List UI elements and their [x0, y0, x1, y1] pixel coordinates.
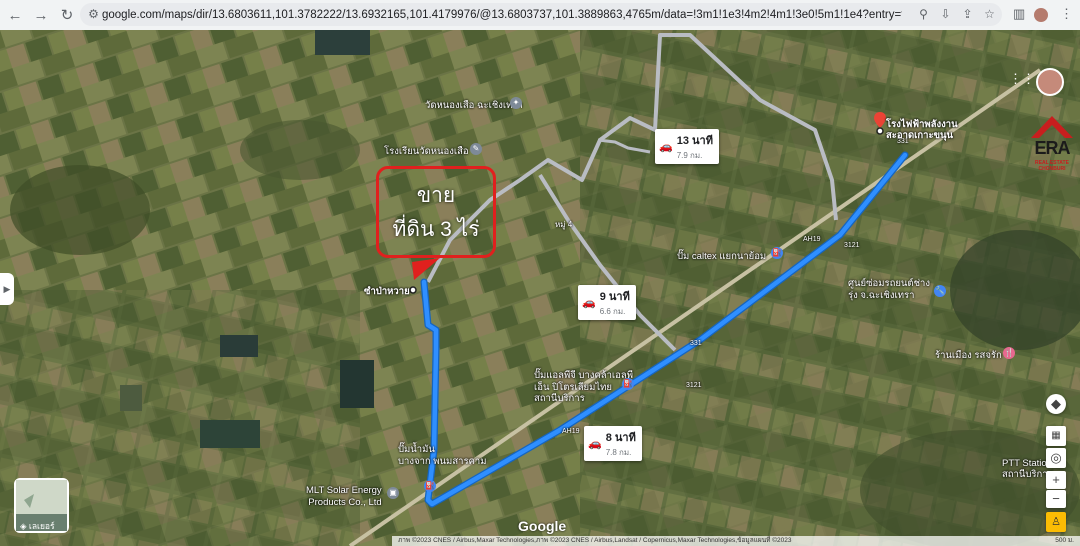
expand-side-panel-button[interactable]: ▶	[0, 273, 14, 305]
origin-label[interactable]: ซำป่าหวาย	[364, 284, 410, 299]
place-label-line: MLT Solar Energy	[306, 485, 382, 496]
destination-label-line: โรงไฟฟ้าพลังงาน	[886, 119, 958, 130]
place-label[interactable]: ร้านเมือง รสจรัก	[935, 348, 1002, 363]
location-icon[interactable]: ⚲	[916, 7, 931, 22]
place-label[interactable]: MLT Solar Energy Products Co., Ltd	[306, 485, 382, 509]
place-label[interactable]: ปั๊ม caltex แยกนาย้อม	[677, 249, 766, 264]
route-option-alt1[interactable]: 🚗 13 นาที 7.9 กม.	[655, 129, 719, 164]
gas-station-icon[interactable]: ⛽	[771, 247, 783, 259]
destination-label-line: สะอาดเกาะขนุน	[886, 130, 954, 141]
attribution-text: ภาพ ©2023 CNES / Airbus,Maxar Technologi…	[398, 537, 792, 544]
car-icon: 🚗	[582, 297, 596, 309]
era-logo-subtext: REAL ESTATE CHONBURI	[1035, 160, 1069, 172]
car-icon: 🚗	[588, 438, 602, 450]
car-repair-icon[interactable]: 🔧	[934, 285, 946, 297]
street-view-pegman-icon[interactable]: ♙	[1046, 512, 1066, 532]
road-shield: 3121	[686, 382, 702, 389]
road-label: AH19	[562, 428, 580, 435]
gas-station-icon[interactable]: ⛽	[424, 480, 436, 492]
url-text[interactable]: google.com/maps/dir/13.6803611,101.37822…	[102, 9, 902, 21]
route-distance: 6.6 กม.	[599, 307, 626, 316]
my-location-icon[interactable]: ◎	[1046, 448, 1066, 468]
land-for-sale-callout: ขาย ที่ดิน 3 ไร่	[376, 166, 496, 258]
place-label-line: ศูนย์ซ่อมรถยนต์ช่าง	[848, 278, 931, 289]
place-label[interactable]: โรงเรียนวัดหนองเสือ	[384, 144, 469, 159]
bookmark-star-icon[interactable]: ☆	[982, 7, 997, 22]
house-roof-icon	[1031, 116, 1073, 138]
business-icon[interactable]: ▣	[387, 487, 399, 499]
forward-icon[interactable]: →	[30, 4, 52, 26]
sale-title: ขาย	[416, 184, 456, 207]
road-label: AH19	[803, 236, 821, 243]
site-info-icon[interactable]: ⚙	[86, 7, 101, 22]
back-icon[interactable]: ←	[4, 4, 26, 26]
tilt-button[interactable]: ▦	[1046, 426, 1066, 446]
road-shield: 331	[690, 340, 702, 347]
zoom-out-button[interactable]: −	[1046, 490, 1066, 508]
apps-grid-icon[interactable]: ⋮⋮	[1009, 71, 1035, 86]
road-shield: 3121	[844, 242, 860, 249]
place-label-line: ปั๊มน้ำมัน	[398, 444, 435, 455]
destination-label[interactable]: โรงไฟฟ้าพลังงาน สะอาดเกาะขนุน	[886, 119, 958, 141]
place-label-line: บางจาก พนมสารคาม	[398, 456, 487, 467]
scale-bar[interactable]: 500 ม.	[1055, 536, 1074, 546]
restaurant-icon[interactable]: 🍴	[1003, 347, 1015, 359]
zoom-in-button[interactable]: +	[1046, 471, 1066, 489]
place-label-line: ปั๊มแอลพีจี บางคล้าเอลพี	[534, 370, 633, 381]
profile-avatar[interactable]	[1034, 8, 1048, 22]
route-time: 13 นาที	[676, 135, 713, 147]
layers-label[interactable]: ◈ เลเยอร์	[20, 519, 55, 533]
address-bar[interactable]: ⚙ google.com/maps/dir/13.6803611,101.378…	[80, 3, 1002, 26]
reload-icon[interactable]: ↻	[56, 4, 78, 26]
place-label-line: เอ็น ปิโตรเลียมไทย	[534, 381, 612, 393]
route-time: 8 นาที	[605, 432, 636, 444]
route-option-alt2[interactable]: 🚗 9 นาที 6.6 กม.	[578, 285, 636, 320]
era-logo-text: ERA	[1034, 138, 1070, 158]
account-avatar[interactable]	[1036, 68, 1064, 96]
temple-icon[interactable]: ✦	[510, 97, 522, 109]
place-label[interactable]: ปั๊มแอลพีจี บางคล้าเอลพี เอ็น ปิโตรเลียม…	[534, 370, 633, 405]
car-icon: 🚗	[659, 141, 673, 153]
route-distance: 7.9 กม.	[676, 151, 703, 160]
menu-icon[interactable]: ⋮	[1060, 6, 1073, 22]
route-option-selected[interactable]: 🚗 8 นาที 7.8 กม.	[584, 426, 642, 461]
school-icon[interactable]: ✎	[470, 143, 482, 155]
place-label[interactable]: ปั๊มน้ำมัน บางจาก พนมสารคาม	[398, 444, 487, 468]
era-logo: ERA REAL ESTATE CHONBURI	[1027, 112, 1077, 178]
sale-subtitle: ที่ดิน 3 ไร่	[392, 218, 480, 241]
install-icon[interactable]: ⇩	[938, 7, 953, 22]
google-logo: Google	[518, 518, 567, 534]
village-label: หมู่ 4	[555, 220, 573, 229]
place-label[interactable]: วัดหนองเสือ ฉะเชิงเทรา	[425, 98, 523, 113]
sidepanel-icon[interactable]: ▥	[1013, 6, 1025, 22]
browser-toolbar: ← → ↻ ⚙ google.com/maps/dir/13.6803611,1…	[0, 0, 1080, 31]
layers-text: เลเยอร์	[28, 521, 55, 531]
route-distance: 7.8 กม.	[605, 448, 632, 457]
map-canvas[interactable]: AH19 AH19 331 3121 331 3121 หมู่ 4 วัดหน…	[0, 30, 1080, 546]
place-label-line: สถานีบริการ	[534, 393, 585, 404]
place-label[interactable]: ศูนย์ซ่อมรถยนต์ช่าง รุ่ง จ.ฉะเชิงเทรา	[848, 278, 930, 302]
share-icon[interactable]: ⇪	[960, 7, 975, 22]
route-time: 9 นาที	[599, 291, 630, 303]
place-label-line: Products Co., Ltd	[308, 497, 382, 508]
map-attribution-bar: ภาพ ©2023 CNES / Airbus,Maxar Technologi…	[392, 536, 1080, 546]
place-label-line: รุ่ง จ.ฉะเชิงเทรา	[848, 290, 915, 301]
layers-icon: ◈	[20, 521, 27, 531]
gas-station-icon[interactable]: ⛽	[622, 378, 634, 390]
compass-icon[interactable]: ◆	[1046, 394, 1066, 414]
